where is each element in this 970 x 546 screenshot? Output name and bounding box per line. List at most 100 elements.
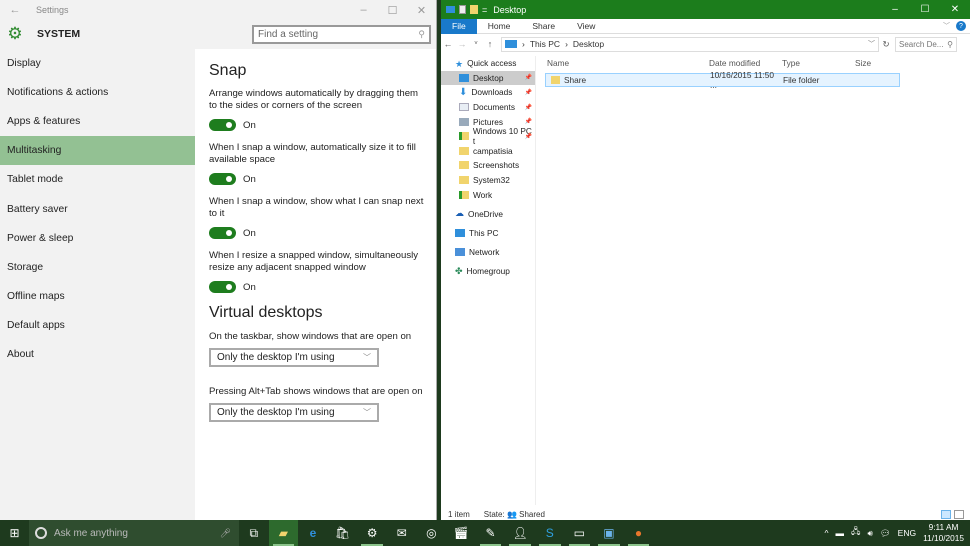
nav-battery-saver[interactable]: Battery saver [0,194,195,223]
tab-view[interactable]: View [566,19,606,34]
breadcrumb-this-pc[interactable]: This PC [530,39,560,49]
details-view-icon[interactable] [941,509,951,519]
language-indicator[interactable]: ENG [898,528,916,538]
remote-user-icon[interactable]: 👤︎ [505,520,535,546]
pen-tool-icon[interactable]: ✎ [476,520,506,546]
remote-desktop-icon[interactable]: ▣ [594,520,624,546]
cortana-search-box[interactable]: Ask me anything 🎤︎ [29,520,239,546]
tree-desktop[interactable]: Desktop 📌 [441,70,535,86]
clock-time: 9:11 AM [928,522,959,532]
nav-multitasking[interactable]: Multitasking [0,136,195,166]
clapperboard-icon[interactable]: 🎬︎ [446,520,476,546]
store-icon[interactable]: 🛍︎ [328,520,358,546]
tree-folder[interactable]: Work [441,187,535,202]
find-setting-input[interactable]: Find a setting ⚲ [252,24,431,44]
pin-icon: 📌 [524,89,532,96]
taskbar-dropdown[interactable]: Only the desktop I'm using ﹀ [209,348,379,367]
tree-onedrive[interactable]: ☁ OneDrive [441,206,535,221]
nav-storage[interactable]: Storage [0,253,195,282]
maximize-button[interactable]: ☐ [910,4,940,15]
toggle-state: On [243,119,256,131]
close-button[interactable]: ✕ [407,4,436,17]
tab-file[interactable]: File [441,18,477,34]
system-tray: ^ ▬ 🖧︎ 🔊︎ 💬︎ ENG 9:11 AM 11/10/2015 [825,522,970,544]
file-row[interactable]: Share 10/16/2015 11:50 ... File folder [545,70,900,90]
minimize-button[interactable]: – [349,4,378,16]
alttab-dropdown[interactable]: Only the desktop I'm using ﹀ [209,403,379,422]
column-type[interactable]: Type [774,58,847,68]
virtual-desktops-heading: Virtual desktops [209,304,323,321]
minimize-button[interactable]: – [880,4,910,15]
synced-folder-icon [459,132,469,141]
nav-tablet-mode[interactable]: Tablet mode [0,165,195,194]
tree-downloads[interactable]: ⬇ Downloads 📌 [441,85,535,100]
close-button[interactable]: ✕ [940,4,970,15]
new-folder-icon[interactable] [470,5,478,14]
pin-icon: 📌 [524,119,532,126]
snap-option-label: Arrange windows automatically by draggin… [209,88,419,111]
battery-icon[interactable]: ▬ [836,528,845,538]
large-icons-view-icon[interactable] [954,509,964,519]
tree-this-pc[interactable]: This PC [441,226,535,241]
nav-power-sleep[interactable]: Power & sleep [0,224,195,253]
network-icon[interactable]: 🖧︎ [851,526,860,540]
tree-documents[interactable]: Documents 📌 [441,100,535,115]
tree-folder[interactable]: campatisia [441,144,535,159]
webcam-icon[interactable]: ◎ [417,520,447,546]
show-hidden-icons-chevron-icon[interactable]: ^ [825,528,829,538]
breadcrumb-desktop[interactable]: Desktop [573,39,604,49]
clock[interactable]: 9:11 AM 11/10/2015 [923,522,964,544]
nav-offline-maps[interactable]: Offline maps [0,282,195,311]
start-button[interactable]: ⊞ [0,526,29,540]
mail-icon[interactable]: ✉ [387,520,417,546]
up-arrow-icon[interactable]: ↑ [483,39,497,49]
document-icon [459,103,469,112]
nav-about[interactable]: About [0,340,195,369]
snap-toggle[interactable] [209,173,236,185]
tree-homegroup[interactable]: ✤ Homegroup [441,264,535,279]
tab-share[interactable]: Share [521,19,566,34]
folder-icon [551,76,560,84]
column-date-modified[interactable]: Date modified [701,58,774,68]
nav-apps-features[interactable]: Apps & features [0,107,195,136]
tree-network[interactable]: Network [441,245,535,260]
edge-icon[interactable]: e [298,520,328,546]
expand-ribbon-icon[interactable]: ﹀ [943,21,950,31]
microphone-icon[interactable]: 🎤︎ [220,528,231,539]
explorer-title: Desktop [493,4,527,15]
tree-folder[interactable]: Screenshots [441,158,535,173]
snap-toggle[interactable] [209,227,236,239]
nav-display[interactable]: Display [0,49,195,78]
folder-icon [459,146,469,155]
back-arrow-icon[interactable]: ← [441,39,455,49]
help-icon[interactable]: ? [956,21,966,31]
snap-toggle[interactable] [209,281,236,293]
folder-icon [459,161,469,170]
column-name[interactable]: Name [539,58,701,68]
tree-quick-access[interactable]: ★ Quick access [441,56,535,71]
forward-arrow-icon[interactable]: → [455,39,469,49]
back-arrow-icon[interactable]: ← [0,4,30,16]
maximize-button[interactable]: ☐ [378,4,407,17]
column-size[interactable]: Size [847,58,897,68]
tree-windows10pc[interactable]: Windows 10 PC t 📌 [441,126,535,146]
terminal-icon[interactable]: ▭ [565,520,595,546]
nav-default-apps[interactable]: Default apps [0,311,195,340]
nav-notifications[interactable]: Notifications & actions [0,78,195,107]
settings-taskbar-icon[interactable]: ⚙ [357,520,387,546]
tab-home[interactable]: Home [477,19,522,34]
recent-locations-icon[interactable]: ˅ [469,41,483,47]
tree-folder[interactable]: System32 [441,173,535,188]
firefox-icon[interactable]: ● [624,520,654,546]
address-dropdown-icon[interactable]: ﹀ [868,39,875,49]
properties-icon[interactable] [459,5,466,14]
refresh-icon[interactable]: ↻ [879,39,893,50]
address-bar[interactable]: › This PC › Desktop ﹀ [501,36,879,52]
skype-icon[interactable]: S [535,520,565,546]
volume-icon[interactable]: 🔊︎ [868,528,873,539]
task-view-icon[interactable]: ⧉ [239,520,269,546]
file-explorer-taskbar-icon[interactable]: ▰ [268,520,299,546]
snap-toggle[interactable] [209,119,236,131]
search-desktop-input[interactable]: Search De... ⚲ [895,36,957,52]
action-center-icon[interactable]: 💬︎ [880,528,891,539]
